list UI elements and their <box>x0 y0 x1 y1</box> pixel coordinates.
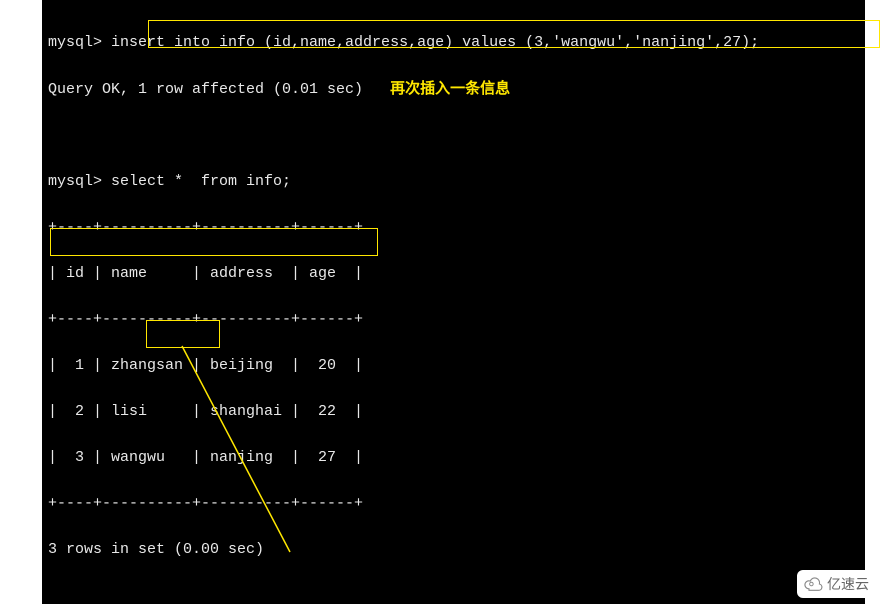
table-row: | 2 | lisi | shanghai | 22 | <box>48 400 859 423</box>
watermark-logo: 亿速云 <box>797 570 875 598</box>
blank-line <box>48 584 859 604</box>
cloud-icon <box>803 576 823 592</box>
query-ok: Query OK, 1 row affected (0.01 sec) <box>48 81 363 98</box>
annotation-insert-again: 再次插入一条信息 <box>390 80 510 97</box>
table-row: | 3 | wangwu | nanjing | 27 | <box>48 446 859 469</box>
table-row: | 1 | zhangsan | beijing | 20 | <box>48 354 859 377</box>
result-count: 3 rows in set (0.00 sec) <box>48 538 859 561</box>
watermark-text: 亿速云 <box>827 574 869 594</box>
terminal-line: Query OK, 1 row affected (0.01 sec) 再次插入… <box>48 77 859 101</box>
sql-insert: insert into info (id,name,address,age) v… <box>102 34 759 51</box>
sql-select: select * from info; <box>102 173 291 190</box>
table-border: +----+----------+----------+------+ <box>48 216 859 239</box>
terminal-line: mysql> select * from info; <box>48 170 859 193</box>
terminal-line: mysql> insert into info (id,name,address… <box>48 31 859 54</box>
blank-line <box>48 124 859 147</box>
table-border: +----+----------+----------+------+ <box>48 308 859 331</box>
screenshot: mysql> insert into info (id,name,address… <box>0 0 883 604</box>
prompt: mysql> <box>48 173 102 190</box>
table-border: +----+----------+----------+------+ <box>48 492 859 515</box>
table-header: | id | name | address | age | <box>48 262 859 285</box>
prompt: mysql> <box>48 34 102 51</box>
mysql-terminal: mysql> insert into info (id,name,address… <box>42 0 865 604</box>
